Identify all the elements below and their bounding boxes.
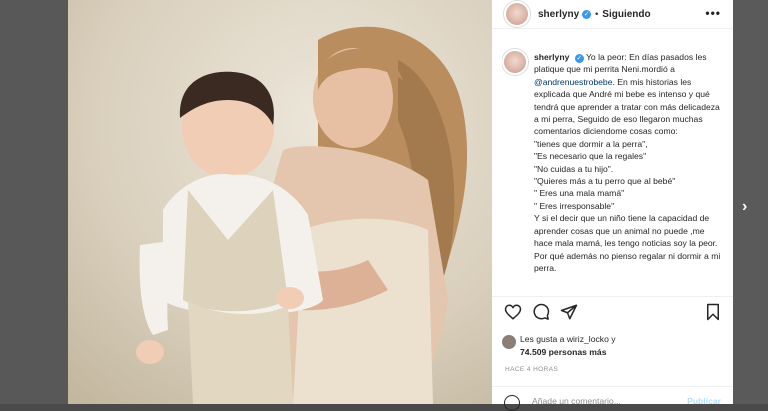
likes-count[interactable]: 74.509 personas más	[520, 347, 606, 357]
publish-button[interactable]: Publicar	[687, 396, 721, 406]
caption: sherlyny ✓ Yo la peor: En días pasados l…	[502, 47, 722, 292]
username-link[interactable]: sherlyny	[538, 9, 579, 20]
comment-input[interactable]: Añade un comentario...	[532, 396, 621, 406]
following-button[interactable]: Siguiendo	[602, 9, 650, 20]
liker-avatar[interactable]	[502, 335, 516, 349]
backdrop-left[interactable]	[0, 0, 68, 404]
heart-icon[interactable]	[504, 303, 522, 321]
caption-body: . En mis historias les explicada que And…	[534, 76, 721, 273]
separator-dot: •	[595, 9, 599, 19]
divider	[492, 296, 733, 297]
action-bar	[502, 303, 724, 323]
avatar[interactable]	[504, 1, 530, 27]
more-options-icon[interactable]: •••	[705, 6, 721, 20]
bookmark-icon[interactable]	[704, 303, 722, 321]
caption-username[interactable]: sherlyny	[534, 52, 569, 62]
post-header: sherlyny ✓ • Siguiendo •••	[492, 0, 733, 29]
caption-verified-badge-icon: ✓	[574, 54, 584, 63]
comment-icon[interactable]	[532, 303, 550, 321]
chevron-right-icon[interactable]: ›	[742, 198, 747, 216]
mention-link[interactable]: @andrenuestrobebe	[534, 77, 613, 87]
share-icon[interactable]	[560, 303, 578, 321]
comment-bar: Añade un comentario... Publicar	[492, 386, 733, 411]
photo-illustration	[68, 0, 492, 404]
post-timestamp[interactable]: HACE 4 HORAS	[505, 366, 558, 373]
emoji-icon[interactable]	[504, 395, 520, 411]
backdrop-right[interactable]	[733, 0, 768, 404]
post-panel: sherlyny ✓ • Siguiendo ••• sherlyny ✓ Yo…	[492, 0, 733, 411]
caption-text: sherlyny ✓ Yo la peor: En días pasados l…	[534, 51, 722, 274]
verified-badge-icon: ✓	[582, 9, 592, 19]
caption-avatar[interactable]	[502, 49, 528, 75]
likes-line-1[interactable]: Les gusta a wiriz_locko y	[520, 334, 616, 344]
post-photo[interactable]	[68, 0, 492, 404]
